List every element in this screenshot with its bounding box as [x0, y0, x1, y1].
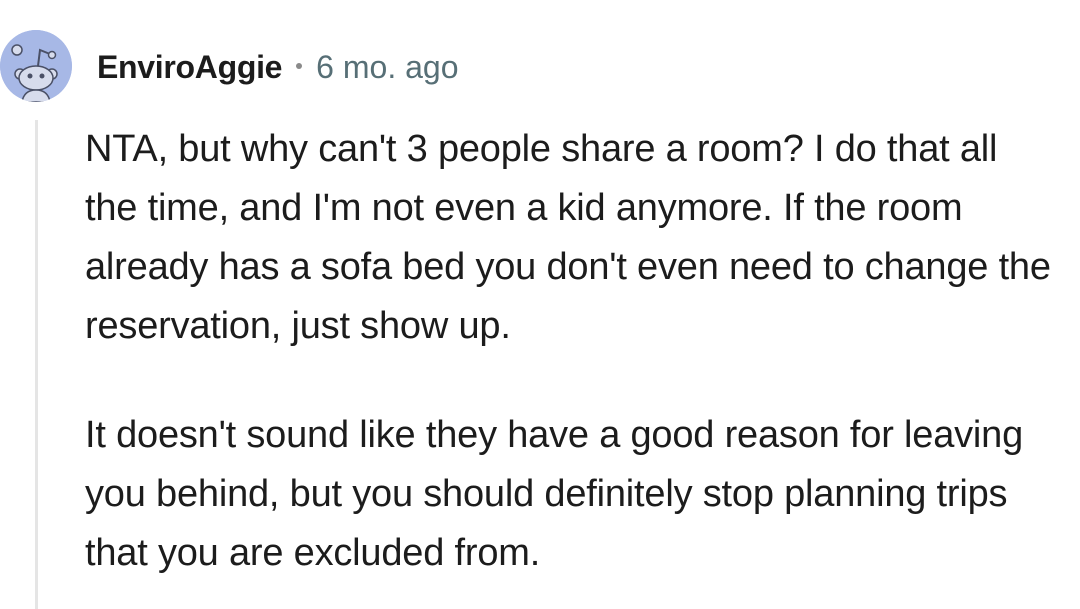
user-avatar[interactable]: [0, 30, 72, 102]
comment: EnviroAggie 6 mo. ago NTA, but why can't…: [0, 0, 1080, 609]
snoo-avatar-icon: [0, 30, 72, 102]
thread-collapse-line[interactable]: [35, 120, 38, 609]
separator-dot: [296, 63, 303, 69]
comment-header: EnviroAggie 6 mo. ago: [97, 44, 458, 90]
comment-timestamp[interactable]: 6 mo. ago: [316, 49, 458, 86]
comment-body: NTA, but why can't 3 people share a room…: [85, 120, 1055, 583]
comment-paragraph: NTA, but why can't 3 people share a room…: [85, 128, 1051, 347]
author-username[interactable]: EnviroAggie: [97, 49, 282, 86]
comment-paragraph: It doesn't sound like they have a good r…: [85, 414, 1024, 574]
